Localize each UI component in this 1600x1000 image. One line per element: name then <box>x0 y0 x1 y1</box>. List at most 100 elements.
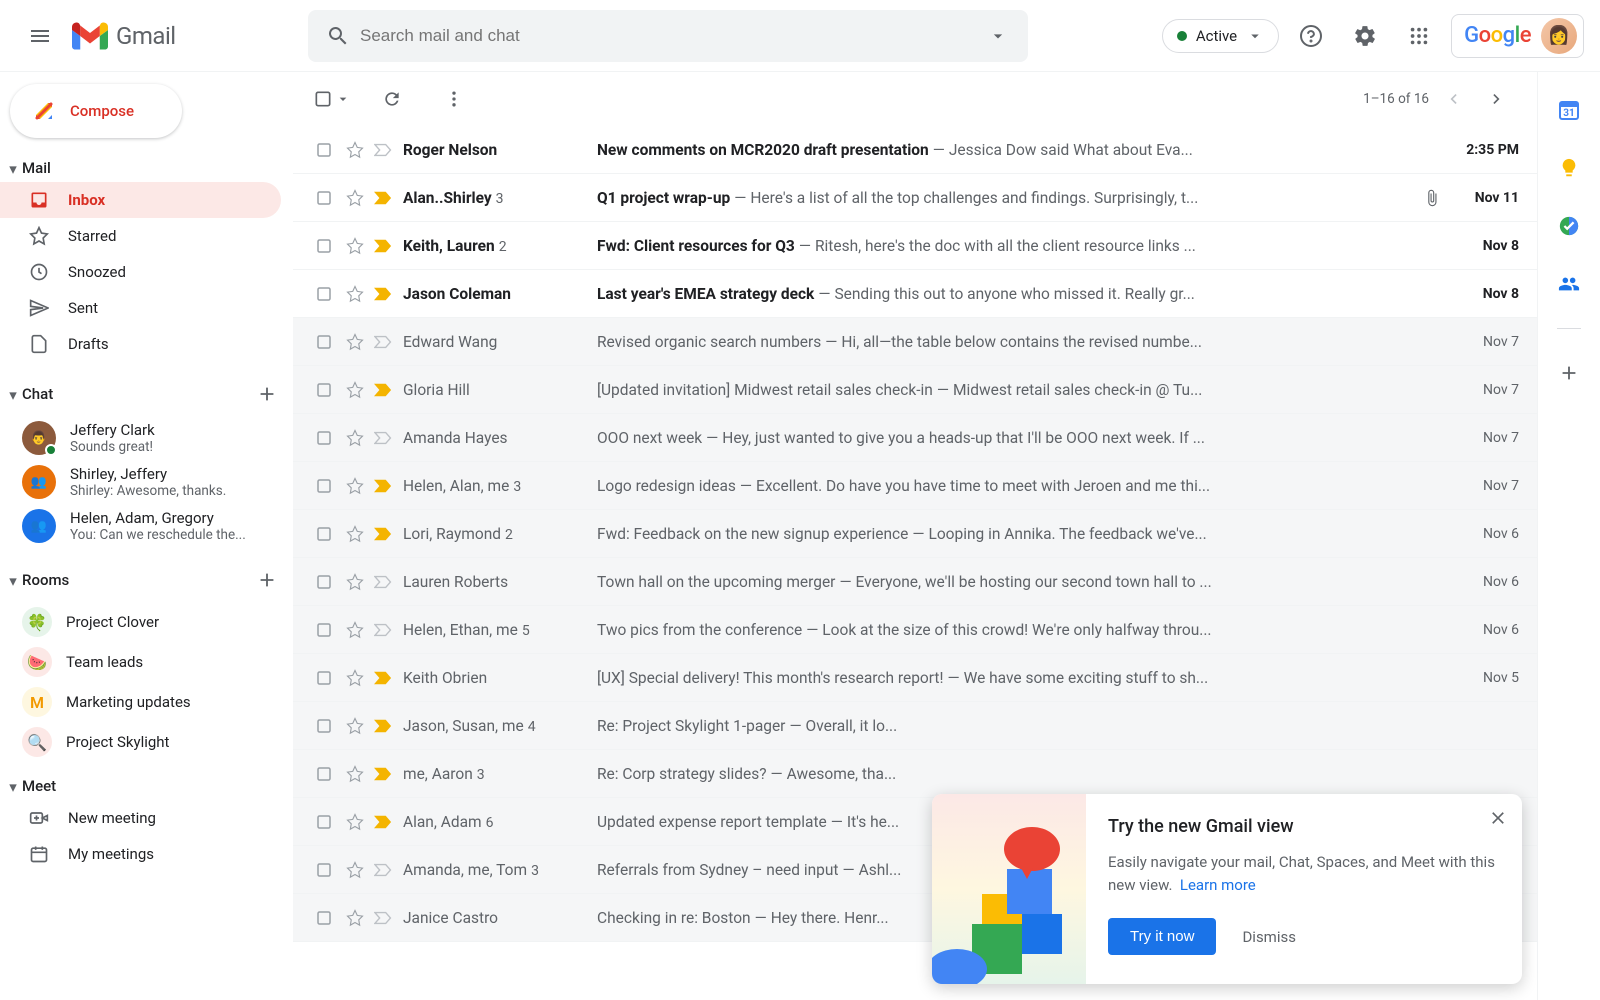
importance-marker[interactable] <box>369 767 397 781</box>
row-checkbox[interactable] <box>313 141 335 159</box>
pager-prev-button[interactable] <box>1433 79 1473 119</box>
row-checkbox[interactable] <box>313 525 335 543</box>
star-button[interactable] <box>341 669 369 687</box>
importance-marker[interactable] <box>369 479 397 493</box>
star-button[interactable] <box>341 909 369 927</box>
mail-row[interactable]: Helen, Ethan, me5Two pics from the confe… <box>293 606 1537 654</box>
mail-row[interactable]: Edward WangRevised organic search number… <box>293 318 1537 366</box>
star-button[interactable] <box>341 333 369 351</box>
importance-marker[interactable] <box>369 143 397 157</box>
chat-item[interactable]: 👥Helen, Adam, GregoryYou: Can we resched… <box>0 504 293 548</box>
calendar-app-button[interactable]: 31 <box>1547 88 1591 132</box>
gmail-logo[interactable]: Gmail <box>72 22 292 50</box>
row-checkbox[interactable] <box>313 813 335 831</box>
row-checkbox[interactable] <box>313 285 335 303</box>
row-checkbox[interactable] <box>313 861 335 879</box>
mail-row[interactable]: Jason, Susan, me4Re: Project Skylight 1-… <box>293 702 1537 750</box>
select-all-checkbox[interactable] <box>313 89 351 109</box>
popup-dismiss-button[interactable]: Dismiss <box>1232 920 1306 954</box>
mail-row[interactable]: Alan..Shirley3Q1 project wrap-up — Here'… <box>293 174 1537 222</box>
search-bar[interactable] <box>308 10 1028 62</box>
importance-marker[interactable] <box>369 527 397 541</box>
star-button[interactable] <box>341 621 369 639</box>
nav-item-snoozed[interactable]: Snoozed <box>0 254 281 290</box>
add-app-button[interactable] <box>1547 351 1591 395</box>
star-button[interactable] <box>341 717 369 735</box>
mail-row[interactable]: Helen, Alan, me3Logo redesign ideas — Ex… <box>293 462 1537 510</box>
new-room-button[interactable] <box>249 562 285 598</box>
chat-item[interactable]: 👨Jeffery ClarkSounds great! <box>0 416 293 460</box>
importance-marker[interactable] <box>369 191 397 205</box>
search-options-icon[interactable] <box>976 14 1020 58</box>
importance-marker[interactable] <box>369 287 397 301</box>
google-account-button[interactable]: Google 👩 <box>1451 14 1584 58</box>
room-item[interactable]: 🔍Project Skylight <box>0 722 293 762</box>
search-icon[interactable] <box>316 14 360 58</box>
mail-row[interactable]: Roger NelsonNew comments on MCR2020 draf… <box>293 126 1537 174</box>
meet-item-new-meeting[interactable]: New meeting <box>0 800 281 836</box>
nav-item-sent[interactable]: Sent <box>0 290 281 326</box>
popup-learn-more-link[interactable]: Learn more <box>1180 876 1256 894</box>
google-apps-button[interactable] <box>1397 14 1441 58</box>
importance-marker[interactable] <box>369 239 397 253</box>
importance-marker[interactable] <box>369 671 397 685</box>
mail-row[interactable]: Keith Obrien[UX] Special delivery! This … <box>293 654 1537 702</box>
chat-item[interactable]: 👥Shirley, JefferyShirley: Awesome, thank… <box>0 460 293 504</box>
star-button[interactable] <box>341 477 369 495</box>
tasks-app-button[interactable] <box>1547 204 1591 248</box>
support-button[interactable] <box>1289 14 1333 58</box>
nav-item-drafts[interactable]: Drafts <box>0 326 281 362</box>
importance-marker[interactable] <box>369 335 397 349</box>
mail-row[interactable]: Gloria Hill[Updated invitation] Midwest … <box>293 366 1537 414</box>
row-checkbox[interactable] <box>313 429 335 447</box>
new-chat-button[interactable] <box>249 376 285 412</box>
status-button[interactable]: Active <box>1162 19 1279 53</box>
meet-item-my-meetings[interactable]: My meetings <box>0 836 281 872</box>
star-button[interactable] <box>341 861 369 879</box>
keep-app-button[interactable] <box>1547 146 1591 190</box>
star-button[interactable] <box>341 429 369 447</box>
star-button[interactable] <box>341 765 369 783</box>
star-button[interactable] <box>341 525 369 543</box>
pager-next-button[interactable] <box>1477 79 1517 119</box>
mail-row[interactable]: Lauren RobertsTown hall on the upcoming … <box>293 558 1537 606</box>
importance-marker[interactable] <box>369 431 397 445</box>
importance-marker[interactable] <box>369 575 397 589</box>
compose-button[interactable]: Compose <box>10 84 182 138</box>
contacts-app-button[interactable] <box>1547 262 1591 306</box>
star-button[interactable] <box>341 141 369 159</box>
star-button[interactable] <box>341 573 369 591</box>
row-checkbox[interactable] <box>313 909 335 927</box>
star-button[interactable] <box>341 813 369 831</box>
row-checkbox[interactable] <box>313 189 335 207</box>
popup-try-button[interactable]: Try it now <box>1108 918 1216 955</box>
mail-row[interactable]: Keith, Lauren2Fwd: Client resources for … <box>293 222 1537 270</box>
row-checkbox[interactable] <box>313 669 335 687</box>
importance-marker[interactable] <box>369 623 397 637</box>
row-checkbox[interactable] <box>313 621 335 639</box>
row-checkbox[interactable] <box>313 765 335 783</box>
section-rooms-header[interactable]: ▾ Rooms <box>0 558 293 602</box>
star-button[interactable] <box>341 381 369 399</box>
refresh-button[interactable] <box>371 78 413 120</box>
mail-row[interactable]: me, Aaron3Re: Corp strategy slides? — Aw… <box>293 750 1537 798</box>
row-checkbox[interactable] <box>313 381 335 399</box>
row-checkbox[interactable] <box>313 717 335 735</box>
importance-marker[interactable] <box>369 815 397 829</box>
settings-button[interactable] <box>1343 14 1387 58</box>
row-checkbox[interactable] <box>313 333 335 351</box>
nav-item-inbox[interactable]: Inbox <box>0 182 281 218</box>
room-item[interactable]: 🍉Team leads <box>0 642 293 682</box>
mail-row[interactable]: Lori, Raymond2Fwd: Feedback on the new s… <box>293 510 1537 558</box>
room-item[interactable]: MMarketing updates <box>0 682 293 722</box>
section-meet-header[interactable]: ▾ Meet <box>0 772 293 800</box>
row-checkbox[interactable] <box>313 573 335 591</box>
importance-marker[interactable] <box>369 863 397 877</box>
search-input[interactable] <box>360 26 976 46</box>
section-chat-header[interactable]: ▾ Chat <box>0 372 293 416</box>
importance-marker[interactable] <box>369 911 397 925</box>
importance-marker[interactable] <box>369 719 397 733</box>
importance-marker[interactable] <box>369 383 397 397</box>
popup-close-button[interactable] <box>1488 808 1508 828</box>
nav-item-starred[interactable]: Starred <box>0 218 281 254</box>
